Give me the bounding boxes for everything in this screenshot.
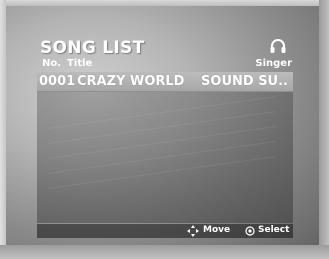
- column-header-title: Title: [67, 58, 93, 69]
- song-title: CRAZY WORLD: [77, 74, 185, 89]
- enter-circle-icon: [245, 226, 255, 236]
- song-list-screen: SONG LIST No. Title Singer 0001 CRAZY WO…: [0, 0, 329, 259]
- sheet-music-decoration: [48, 95, 276, 130]
- column-header-singer: Singer: [255, 58, 292, 69]
- help-bar: Move Select: [37, 224, 293, 238]
- page-title: SONG LIST: [40, 38, 145, 58]
- sheet-music-decoration: [48, 140, 276, 175]
- headphone-icon: [270, 39, 286, 53]
- song-row-selected[interactable]: 0001 CRAZY WORLD SOUND SU..: [37, 72, 293, 92]
- song-list: 0001 CRAZY WORLD SOUND SU..: [37, 72, 293, 223]
- song-singer: SOUND SU..: [201, 74, 288, 89]
- screen-border-bottom: [0, 245, 329, 259]
- screen-border-right: [319, 0, 329, 259]
- select-hint: Select: [258, 225, 290, 235]
- sheet-music-decoration: [48, 110, 276, 145]
- screen-border-left: [0, 0, 6, 259]
- sheet-music-decoration: [48, 125, 276, 160]
- column-header-no: No.: [42, 58, 62, 69]
- screen-border-top: [0, 0, 329, 6]
- move-hint: Move: [203, 225, 231, 235]
- sheet-music-decoration: [48, 155, 276, 190]
- four-way-arrow-icon: [187, 225, 199, 237]
- song-number: 0001: [39, 74, 76, 89]
